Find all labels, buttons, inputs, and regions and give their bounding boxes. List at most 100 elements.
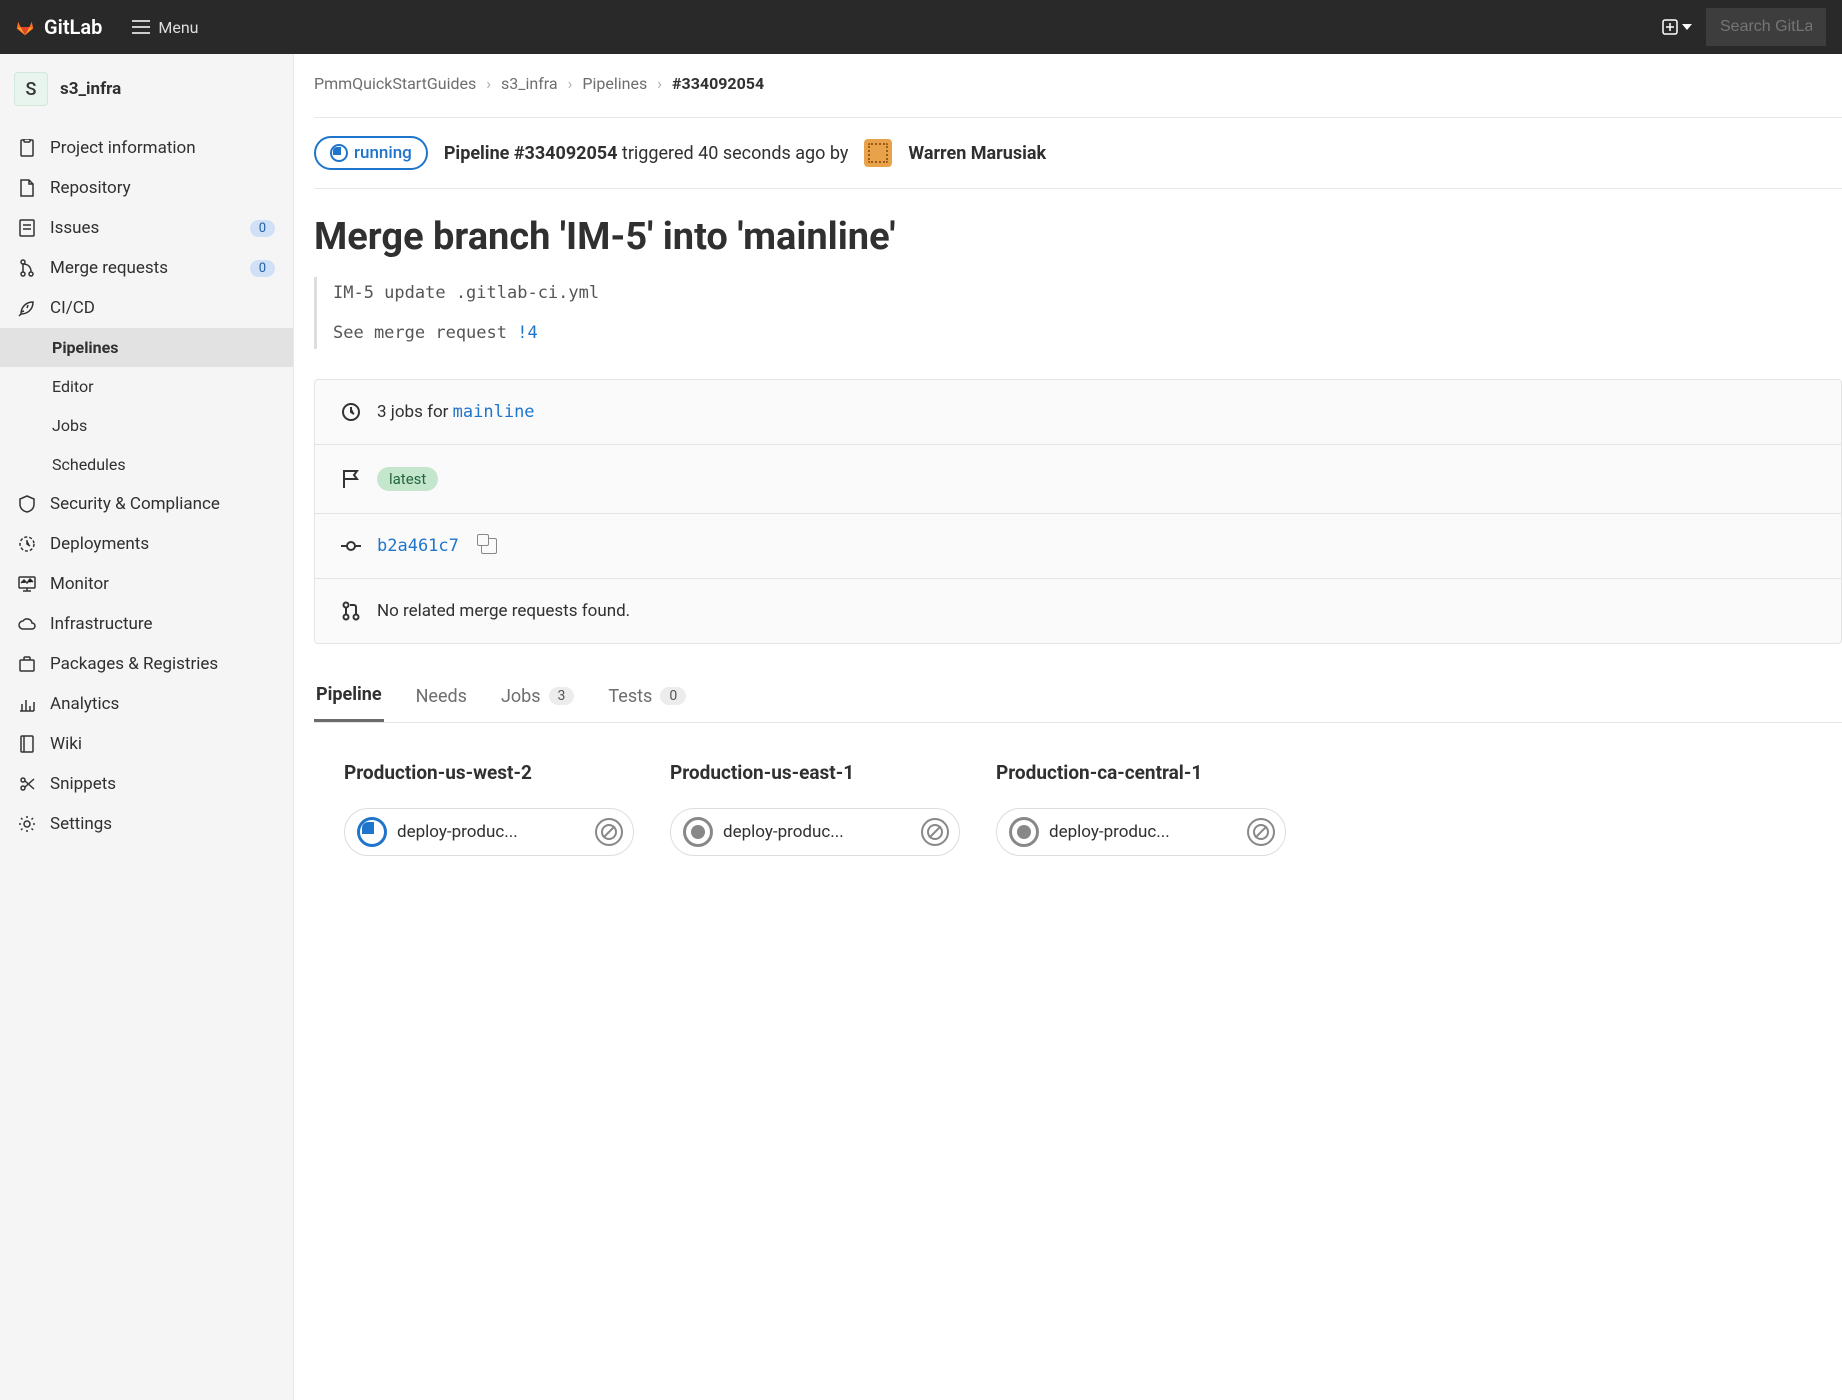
pipeline-info-panel: 3 jobs for mainline latest b2a461c7 No r… [314, 379, 1842, 644]
create-new-button[interactable] [1662, 19, 1692, 35]
breadcrumb-current: #334092054 [672, 74, 764, 93]
merge-icon [18, 259, 36, 277]
stage-title: Production-us-west-2 [344, 761, 634, 784]
mr-count-badge: 0 [250, 260, 275, 277]
job-status-manual-icon [1009, 817, 1039, 847]
job-status-manual-icon [683, 817, 713, 847]
sidebar-item-infrastructure[interactable]: Infrastructure [0, 604, 293, 644]
stage-column: Production-ca-central-1 deploy-produc... [996, 761, 1286, 856]
tab-jobs[interactable]: Jobs3 [499, 672, 576, 721]
job-status-running-icon [357, 817, 387, 847]
sidebar-item-cicd[interactable]: CI/CD [0, 288, 293, 328]
job-card[interactable]: deploy-produc... [344, 808, 634, 856]
mr-info-row: No related merge requests found. [315, 579, 1841, 643]
sidebar-item-deployments[interactable]: Deployments [0, 524, 293, 564]
deploy-icon [18, 535, 36, 553]
pipeline-header: running Pipeline #334092054 triggered 40… [314, 117, 1842, 189]
info-icon [18, 139, 36, 157]
sidebar-item-project-information[interactable]: Project information [0, 128, 293, 168]
sidebar-item-schedules[interactable]: Schedules [0, 445, 293, 484]
page-title: Merge branch 'IM-5' into 'mainline' [314, 215, 1842, 259]
stage-column: Production-us-west-2 deploy-produc... [344, 761, 634, 856]
sidebar-item-security[interactable]: Security & Compliance [0, 484, 293, 524]
sidebar-item-issues[interactable]: Issues 0 [0, 208, 293, 248]
job-action-button[interactable] [595, 818, 623, 846]
project-header[interactable]: S s3_infra [0, 62, 293, 116]
commit-info-row: b2a461c7 [315, 514, 1841, 579]
chevron-down-icon [1682, 24, 1692, 30]
sidebar-item-packages[interactable]: Packages & Registries [0, 644, 293, 684]
pipeline-status-badge[interactable]: running [314, 136, 428, 170]
stage-title: Production-us-east-1 [670, 761, 960, 784]
search-input[interactable] [1706, 8, 1826, 46]
user-name[interactable]: Warren Marusiak [908, 143, 1046, 164]
job-card[interactable]: deploy-produc... [670, 808, 960, 856]
job-action-button[interactable] [921, 818, 949, 846]
tab-pipeline[interactable]: Pipeline [314, 670, 384, 722]
hamburger-icon [132, 20, 150, 34]
project-avatar: S [14, 72, 48, 106]
rocket-icon [18, 299, 36, 317]
gear-icon [18, 815, 36, 833]
user-avatar[interactable] [864, 139, 892, 167]
tests-count-badge: 0 [660, 687, 686, 705]
sidebar-item-monitor[interactable]: Monitor [0, 564, 293, 604]
sidebar-item-merge-requests[interactable]: Merge requests 0 [0, 248, 293, 288]
merge-request-link[interactable]: !4 [517, 323, 537, 343]
issues-icon [18, 219, 36, 237]
shield-icon [18, 495, 36, 513]
gitlab-logo-icon [16, 18, 34, 36]
breadcrumb: PmmQuickStartGuides › s3_infra › Pipelin… [314, 74, 1842, 93]
running-status-icon [330, 144, 348, 162]
clock-icon [341, 402, 361, 422]
pipeline-tabs: Pipeline Needs Jobs3 Tests0 [314, 670, 1842, 723]
sidebar-item-repository[interactable]: Repository [0, 168, 293, 208]
sidebar-item-pipelines[interactable]: Pipelines [0, 328, 293, 367]
breadcrumb-separator: › [657, 74, 662, 93]
latest-info-row: latest [315, 445, 1841, 514]
chart-icon [18, 695, 36, 713]
job-action-button[interactable] [1247, 818, 1275, 846]
pipeline-stages: Production-us-west-2 deploy-produc... Pr… [314, 751, 1842, 856]
copy-button[interactable] [481, 538, 497, 554]
sidebar-item-analytics[interactable]: Analytics [0, 684, 293, 724]
commit-icon [341, 536, 361, 556]
sidebar-item-wiki[interactable]: Wiki [0, 724, 293, 764]
branch-link[interactable]: mainline [453, 402, 535, 422]
sidebar-item-settings[interactable]: Settings [0, 804, 293, 844]
breadcrumb-group[interactable]: PmmQuickStartGuides [314, 74, 476, 93]
flag-icon [341, 469, 361, 489]
cloud-icon [18, 615, 36, 633]
job-card[interactable]: deploy-produc... [996, 808, 1286, 856]
issues-count-badge: 0 [250, 220, 275, 237]
commit-hash-link[interactable]: b2a461c7 [377, 536, 459, 556]
tab-tests[interactable]: Tests0 [606, 672, 688, 721]
breadcrumb-separator: › [568, 74, 573, 93]
sidebar: S s3_infra Project information Repositor… [0, 54, 294, 1400]
no-mr-text: No related merge requests found. [377, 601, 630, 621]
breadcrumb-project[interactable]: s3_infra [501, 74, 558, 93]
topbar: GitLab Menu [0, 0, 1842, 54]
jobs-info-row: 3 jobs for mainline [315, 380, 1841, 445]
pipeline-trigger-text: Pipeline #334092054 triggered 40 seconds… [444, 143, 849, 164]
menu-label: Menu [158, 18, 198, 37]
brand-logo[interactable]: GitLab [16, 15, 102, 39]
commit-message: IM-5 update .gitlab-ci.yml See merge req… [314, 277, 1842, 349]
project-name: s3_infra [60, 79, 121, 99]
sidebar-item-snippets[interactable]: Snippets [0, 764, 293, 804]
sidebar-item-jobs[interactable]: Jobs [0, 406, 293, 445]
menu-button[interactable]: Menu [132, 18, 198, 37]
scissors-icon [18, 775, 36, 793]
brand-name: GitLab [44, 15, 102, 39]
monitor-icon [18, 575, 36, 593]
package-icon [18, 655, 36, 673]
merge-request-icon [341, 601, 361, 621]
tab-needs[interactable]: Needs [414, 672, 469, 721]
jobs-count-badge: 3 [549, 687, 575, 705]
book-icon [18, 735, 36, 753]
file-icon [18, 179, 36, 197]
stage-column: Production-us-east-1 deploy-produc... [670, 761, 960, 856]
sidebar-item-editor[interactable]: Editor [0, 367, 293, 406]
breadcrumb-section[interactable]: Pipelines [582, 74, 647, 93]
stage-title: Production-ca-central-1 [996, 761, 1286, 784]
